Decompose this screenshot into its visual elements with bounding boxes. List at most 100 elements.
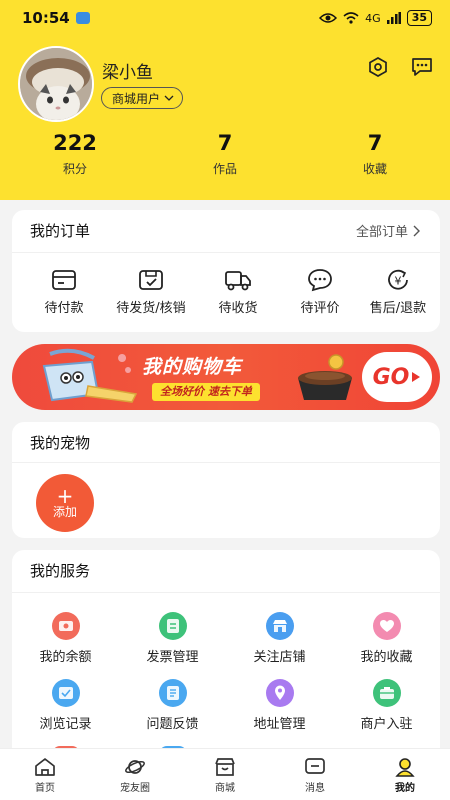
- order-pending-payment[interactable]: 待付款: [24, 268, 104, 316]
- tab-label: 宠友圈: [120, 783, 150, 794]
- truck-icon: [225, 271, 251, 291]
- stat-value: 7: [217, 131, 233, 155]
- invoice-icon: [158, 612, 187, 640]
- bottom-tab-bar: 首页 宠友圈 商城 消息 我的: [0, 748, 450, 800]
- service-address[interactable]: 地址管理: [226, 679, 333, 746]
- store-icon: [265, 612, 294, 640]
- all-orders-link[interactable]: 全部订单: [356, 221, 420, 240]
- divider: [12, 592, 440, 593]
- chevron-down-icon: [164, 95, 174, 101]
- settings-button[interactable]: [365, 54, 391, 80]
- user-role-label: 商城用户: [112, 91, 161, 106]
- stat-label: 收藏: [362, 162, 387, 176]
- balance-icon: [51, 612, 80, 640]
- orders-title: 我的订单: [30, 222, 91, 240]
- order-pending-receipt[interactable]: 待收货: [198, 268, 278, 316]
- messages-button[interactable]: [409, 54, 435, 80]
- pet-food-bowl-illustration: [298, 354, 352, 400]
- favorite-icon: [372, 612, 401, 640]
- message-icon: [412, 58, 432, 76]
- comment-icon: [308, 269, 332, 292]
- stat-points[interactable]: 222 积分: [0, 130, 150, 177]
- status-bar: 10:54 4G 35: [0, 0, 450, 36]
- stat-label: 作品: [212, 162, 237, 176]
- planet-icon: [125, 760, 145, 774]
- divider: [12, 252, 440, 253]
- service-label: 关注店铺: [253, 650, 306, 665]
- shop-icon: [215, 758, 235, 776]
- tab-home[interactable]: 首页: [0, 749, 90, 800]
- order-label: 待评价: [300, 301, 340, 316]
- signal-text: 4G: [365, 11, 381, 25]
- add-pet-label: 添加: [52, 505, 77, 519]
- tab-label: 我的: [395, 783, 415, 794]
- service-label: 商户入驻: [360, 717, 413, 732]
- profile-icon: [395, 758, 415, 777]
- status-time: 10:54: [22, 9, 70, 27]
- stat-value: 222: [53, 131, 97, 155]
- username: 梁小鱼: [102, 63, 153, 83]
- tab-shop[interactable]: 商城: [180, 749, 270, 800]
- order-label: 售后/退款: [369, 301, 427, 316]
- wallet-icon: [52, 270, 76, 290]
- service-label: 我的收藏: [360, 650, 413, 665]
- pets-title: 我的宠物: [30, 434, 91, 452]
- stat-favorites[interactable]: 7 收藏: [300, 130, 450, 177]
- chevron-right-icon: [413, 225, 420, 236]
- service-label: 浏览记录: [39, 717, 92, 732]
- package-check-icon: [139, 270, 163, 290]
- svg-text:¥: ¥: [395, 275, 402, 288]
- order-label: 待发货/核销: [116, 301, 186, 316]
- service-label: 地址管理: [253, 717, 306, 732]
- pets-card: 我的宠物 + 添加: [12, 422, 440, 538]
- refund-icon: ¥: [388, 269, 408, 290]
- order-after-sales[interactable]: ¥ 售后/退款: [362, 268, 434, 316]
- merchant-icon: [372, 679, 401, 707]
- plus-icon: +: [56, 484, 74, 508]
- service-feedback[interactable]: 问题反馈: [119, 679, 226, 746]
- tab-messages[interactable]: 消息: [270, 749, 360, 800]
- orders-card: 我的订单 全部订单 待付款 待发货/核销 待收货 待评价 ¥ 售后/退款: [12, 210, 440, 332]
- tab-label: 首页: [35, 783, 55, 794]
- tab-mine[interactable]: 我的: [360, 749, 450, 800]
- order-label: 待付款: [44, 301, 84, 316]
- profile-stats: 222 积分 7 作品 7 收藏: [0, 130, 450, 177]
- order-pending-review[interactable]: 待评价: [280, 268, 360, 316]
- basket-illustration: [42, 348, 138, 403]
- home-icon: [35, 758, 55, 776]
- eye-icon: [319, 13, 338, 23]
- stat-works[interactable]: 7 作品: [150, 130, 300, 177]
- service-label: 问题反馈: [146, 717, 199, 732]
- battery-indicator: 35: [406, 10, 432, 26]
- order-pending-shipment[interactable]: 待发货/核销: [106, 268, 196, 316]
- wifi-icon: [343, 12, 359, 24]
- service-balance[interactable]: 我的余额: [12, 612, 119, 679]
- feedback-icon: [158, 679, 187, 707]
- all-orders-label: 全部订单: [355, 225, 408, 240]
- stat-value: 7: [367, 131, 383, 155]
- service-favorites[interactable]: 我的收藏: [333, 612, 440, 679]
- tab-pet-circle[interactable]: 宠友圈: [90, 749, 180, 800]
- services-title: 我的服务: [30, 562, 91, 580]
- order-label: 待收货: [218, 301, 258, 316]
- service-label: 我的余额: [39, 650, 92, 665]
- location-icon: [265, 679, 294, 707]
- history-icon: [51, 679, 80, 707]
- avatar[interactable]: [18, 46, 94, 122]
- go-button[interactable]: GO: [362, 352, 432, 402]
- message-icon: [305, 758, 325, 774]
- profile-header: 10:54 4G 35 梁小鱼 商城用户 222 积分 7 作品 7 收藏: [0, 0, 450, 200]
- service-merchant[interactable]: 商户入驻: [333, 679, 440, 746]
- add-pet-button[interactable]: + 添加: [36, 474, 94, 532]
- user-role-dropdown[interactable]: 商城用户: [101, 87, 184, 109]
- service-label: 发票管理: [146, 650, 199, 665]
- play-arrow-icon: [412, 372, 421, 382]
- tab-label: 商城: [215, 783, 235, 794]
- signal-icon: [386, 12, 401, 24]
- services-card: 我的服务 我的余额 发票管理 关注店铺 我的收藏 浏览记录 问题反馈 地址管理 …: [12, 550, 440, 780]
- service-invoice[interactable]: 发票管理: [119, 612, 226, 679]
- banner-subtitle: 全场好价 速去下单: [152, 383, 260, 401]
- shopping-cart-banner[interactable]: 我的购物车 全场好价 速去下单 GO: [12, 344, 440, 410]
- service-history[interactable]: 浏览记录: [12, 679, 119, 746]
- service-followed-stores[interactable]: 关注店铺: [226, 612, 333, 679]
